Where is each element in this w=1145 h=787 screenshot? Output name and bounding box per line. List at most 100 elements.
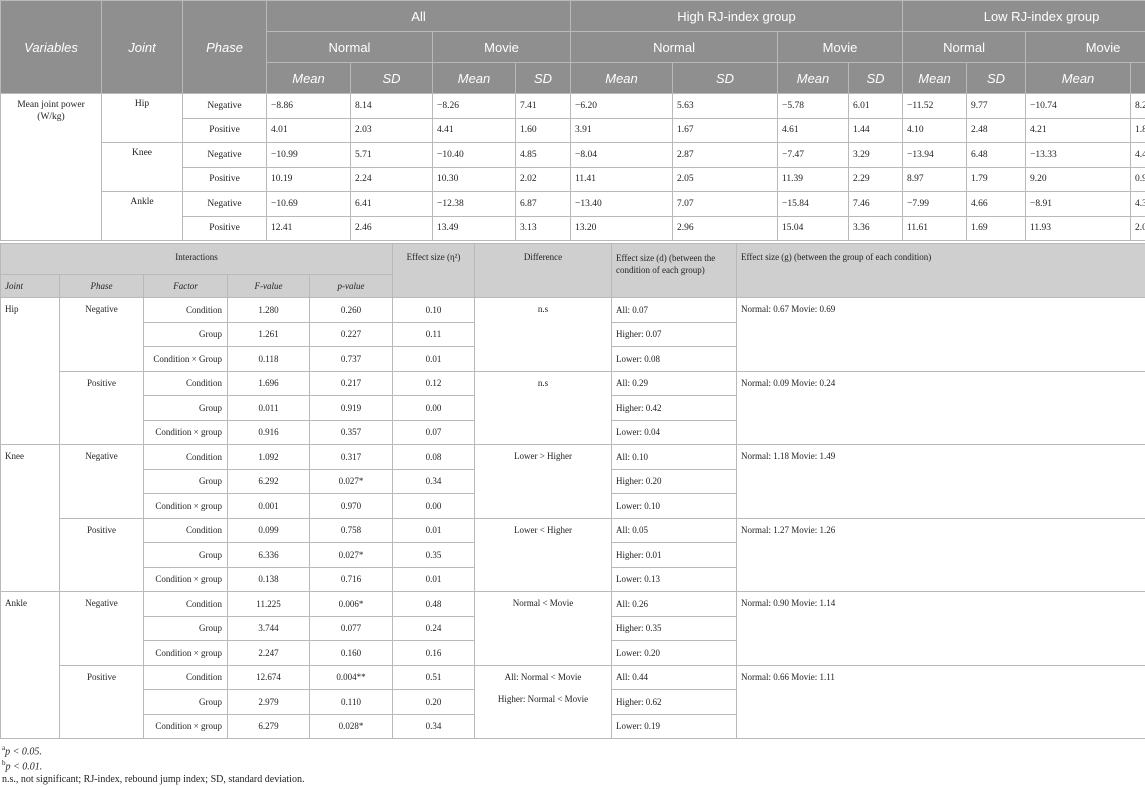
phase-label: Positive xyxy=(59,517,144,592)
value-cell: 15.04 xyxy=(777,215,850,241)
factor-cell: Condition × group xyxy=(143,419,228,445)
phase-label: Positive xyxy=(182,215,267,241)
eta-cell: 0.01 xyxy=(392,566,475,592)
factor-cell: Group xyxy=(143,468,228,494)
factor-cell: Group xyxy=(143,542,228,568)
phase-label: Negative xyxy=(182,93,267,119)
value-cell: −13.94 xyxy=(902,142,968,168)
phase-label: Negative xyxy=(59,444,144,519)
header-sd: SD xyxy=(350,62,433,94)
joint-label: Hip xyxy=(0,297,60,445)
difference-cell: Normal < Movie xyxy=(474,591,612,666)
fvalue-cell: 0.001 xyxy=(227,493,310,519)
difference-line: n.s xyxy=(537,377,549,388)
phase-label: Positive xyxy=(182,117,267,143)
phase-label: Negative xyxy=(59,297,144,372)
value-cell: 4.01 xyxy=(266,117,351,143)
header-mean: Mean xyxy=(777,62,850,94)
factor-cell: Condition xyxy=(143,664,228,690)
effect-g-cell: Normal: 1.18 Movie: 1.49 xyxy=(736,444,1145,519)
fvalue-cell: 1.092 xyxy=(227,444,310,470)
header-effect-d: Effect size (d) (between the condition o… xyxy=(611,243,737,298)
effect-d-cell: Lower: 0.10 xyxy=(611,493,737,519)
value-cell: 10.19 xyxy=(266,166,351,192)
value-cell: 3.91 xyxy=(570,117,674,143)
fvalue-cell: 0.916 xyxy=(227,419,310,445)
pvalue-cell: 0.077 xyxy=(309,615,393,641)
effect-g-cell: Normal: 0.66 Movie: 1.11 xyxy=(736,664,1145,739)
phase-label: Negative xyxy=(182,142,267,168)
value-cell: −15.84 xyxy=(777,191,850,217)
fvalue-cell: 2.979 xyxy=(227,689,310,715)
pvalue-cell: 0.260 xyxy=(309,297,393,323)
value-cell: 3.29 xyxy=(848,142,904,168)
value-cell: −13.33 xyxy=(1025,142,1132,168)
joint-label: Hip xyxy=(101,93,183,143)
value-cell: 2.02 xyxy=(514,166,572,192)
value-cell: 2.48 xyxy=(966,117,1027,143)
eta-cell: 0.01 xyxy=(392,346,475,372)
eta-cell: 0.20 xyxy=(392,689,475,715)
fvalue-cell: 1.696 xyxy=(227,370,310,396)
variable-label: Mean joint power (W/kg) xyxy=(0,93,102,241)
value-cell: 7.07 xyxy=(672,191,779,217)
table-row: Knee Negative Condition 1.092 0.317 0.08 Lower… xyxy=(0,444,1145,592)
value-cell: 4.10 xyxy=(902,117,968,143)
header-sd: SD xyxy=(1130,62,1145,94)
joint-label: Ankle xyxy=(0,591,60,739)
eta-cell: 0.11 xyxy=(392,321,475,347)
header-low: Low RJ-index group xyxy=(902,0,1145,32)
pvalue-cell: 0.027* xyxy=(309,542,393,568)
effect-d-cell: All: 0.29 xyxy=(611,370,737,396)
effect-d-cell: All: 0.26 xyxy=(611,591,737,617)
fvalue-cell: 0.011 xyxy=(227,395,310,421)
factor-cell: Group xyxy=(143,321,228,347)
eta-cell: 0.01 xyxy=(392,517,475,543)
fvalue-cell: 6.336 xyxy=(227,542,310,568)
fvalue-cell: 3.744 xyxy=(227,615,310,641)
pvalue-cell: 0.227 xyxy=(309,321,393,347)
phase-label: Positive xyxy=(59,664,144,739)
header-factor: Factor xyxy=(143,274,228,298)
joint-label: Knee xyxy=(0,444,60,592)
value-cell: 8.97 xyxy=(902,166,968,192)
value-cell: −8.26 xyxy=(432,93,516,119)
value-cell: 2.05 xyxy=(672,166,779,192)
header-sd: SD xyxy=(966,62,1027,94)
header-phase: Phase xyxy=(182,0,267,94)
value-cell: −8.04 xyxy=(570,142,674,168)
fvalue-cell: 6.279 xyxy=(227,713,310,739)
header-high-movie: Movie xyxy=(777,31,904,63)
table-row: Positive Condition 0.099 0.758 0.01 Lower < H… xyxy=(1,517,1145,592)
table-row: Hip Negative Condition 1.280 0.260 0.10 n.s All… xyxy=(0,297,1145,445)
header-low-normal: Normal xyxy=(902,31,1027,63)
header-mean: Mean xyxy=(432,62,516,94)
value-cell: 2.96 xyxy=(672,215,779,241)
value-cell: −8.91 xyxy=(1025,191,1132,217)
header-variables: Variables xyxy=(0,0,102,94)
value-cell: 9.20 xyxy=(1025,166,1132,192)
effect-d-cell: Higher: 0.35 xyxy=(611,615,737,641)
table-row: Ankle Negative −10.69 6.41 −12.38 6.87 −13.40 7… xyxy=(1,191,1145,241)
value-cell: 4.49 xyxy=(1130,142,1145,168)
effect-d-cell: Higher: 0.07 xyxy=(611,321,737,347)
value-cell: 11.61 xyxy=(902,215,968,241)
header-all-movie: Movie xyxy=(431,31,572,63)
eta-cell: 0.00 xyxy=(392,493,475,519)
pvalue-cell: 0.970 xyxy=(309,493,393,519)
interactions-table: Interactions Effect size (η²) Difference… xyxy=(0,243,1145,739)
eta-cell: 0.08 xyxy=(392,444,475,470)
fvalue-cell: 2.247 xyxy=(227,640,310,666)
difference-cell: Lower < Higher xyxy=(474,517,612,592)
factor-cell: Condition xyxy=(143,444,228,470)
factor-cell: Condition × group xyxy=(143,713,228,739)
table-row: Positive Condition 12.674 0.004** 0.51 All: N… xyxy=(1,664,1145,739)
value-cell: 1.79 xyxy=(966,166,1027,192)
value-cell: 2.29 xyxy=(848,166,904,192)
factor-cell: Condition × Group xyxy=(143,346,228,372)
eta-cell: 0.34 xyxy=(392,713,475,739)
header-sd: SD xyxy=(514,62,572,94)
effect-d-cell: Lower: 0.04 xyxy=(611,419,737,445)
footnote-abbreviations: n.s., not significant; RJ-index, rebound… xyxy=(2,774,305,785)
effect-d-cell: Higher: 0.20 xyxy=(611,468,737,494)
